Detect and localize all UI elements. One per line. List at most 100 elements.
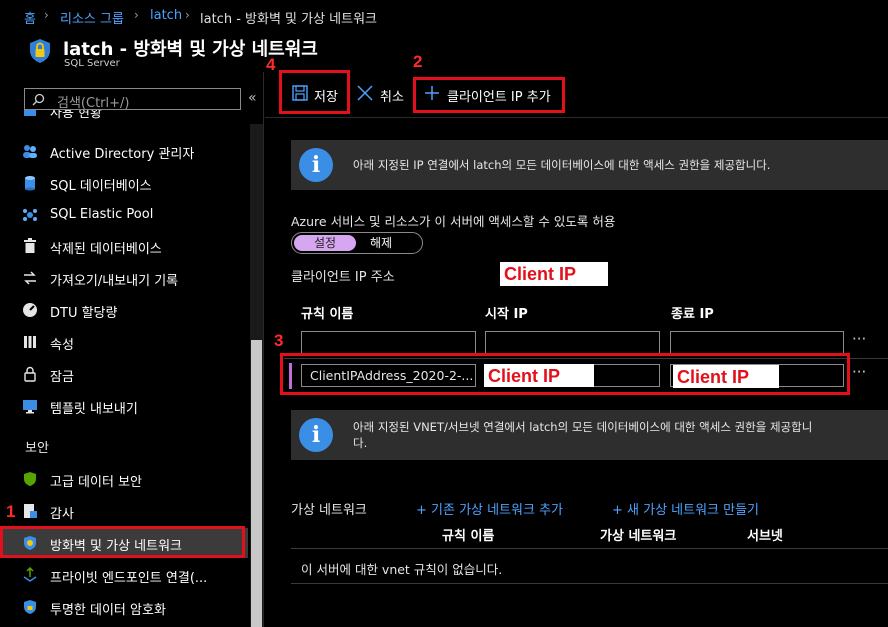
gauge-icon (22, 302, 38, 318)
import-export-icon (22, 270, 38, 286)
breadcrumb-separator: › (134, 8, 139, 22)
sidebar-item-import-export-history[interactable]: 가져오기/내보내기 기록 (0, 263, 248, 293)
toggle-off-option[interactable]: 해제 (370, 235, 392, 251)
sidebar-item-label: 가져오기/내보내기 기록 (50, 274, 179, 289)
sidebar-item-label: 속성 (50, 338, 74, 353)
breadcrumb-current: latch - 방화벽 및 가상 네트워크 (200, 12, 378, 27)
page-subtitle: SQL Server (64, 58, 120, 69)
breadcrumb-resource-groups[interactable]: 리소스 그룹 (60, 8, 124, 27)
template-icon (22, 398, 38, 414)
info-icon: i (299, 418, 333, 452)
sidebar-item-advanced-data-security[interactable]: 고급 데이터 보안 (0, 464, 248, 494)
annotation-box-3 (280, 353, 850, 395)
cancel-label: 취소 (380, 90, 404, 105)
annotation-number-1: 1 (6, 502, 16, 521)
toggle-on-option[interactable]: 설정 (294, 235, 356, 251)
annotation-box-1 (0, 526, 245, 558)
more-icon[interactable]: ··· (852, 363, 866, 381)
column-header-subnet: 서브넷 (747, 529, 783, 544)
elastic-pool-icon (22, 207, 38, 223)
page-header: latch - 방화벽 및 가상 네트워크 SQL Server (0, 32, 888, 72)
sidebar-item-auditing[interactable]: 감사 (0, 496, 248, 526)
collapse-sidebar-icon[interactable]: « (248, 90, 257, 106)
lock-icon (22, 366, 38, 382)
sidebar-item-sql-databases[interactable]: SQL 데이터베이스 (0, 168, 248, 198)
audit-icon (22, 503, 38, 519)
sidebar-item-deleted-databases[interactable]: 삭제된 데이터베이스 (0, 231, 248, 261)
sidebar-item-label: 사용 현황 (50, 110, 102, 121)
vnet-label: 가상 네트워크 (291, 503, 367, 518)
sidebar-search-input[interactable]: 검색(Ctrl+/) (24, 88, 241, 111)
encryption-icon (22, 599, 38, 615)
annotation-number-4: 4 (266, 55, 276, 74)
info-banner-vnet: i 아래 지정된 VNET/서브넷 연결에서 latch의 모든 데이터베이스에… (291, 410, 888, 460)
breadcrumb-separator: › (185, 8, 190, 22)
sidebar-item-active-directory-admin[interactable]: Active Directory 관리자 (0, 136, 248, 166)
allow-azure-toggle[interactable]: 설정 해제 (291, 232, 423, 254)
column-header-vnet-rule-name: 규칙 이름 (442, 529, 495, 544)
people-icon (22, 143, 38, 159)
start-ip-input[interactable] (485, 331, 660, 354)
sql-server-shield-icon (30, 39, 50, 63)
sidebar-item-partial[interactable]: 사용 현황 (0, 110, 248, 128)
sidebar-item-locks[interactable]: 잠금 (0, 359, 248, 389)
info-banner-text-line2: 다. (353, 436, 368, 450)
sidebar-item-label: 삭제된 데이터베이스 (50, 242, 162, 257)
end-ip-input[interactable] (670, 331, 844, 354)
vnet-empty-message: 이 서버에 대한 vnet 규칙이 없습니다. (301, 562, 503, 577)
breadcrumb-home[interactable]: 홈 (24, 8, 36, 27)
database-icon (22, 175, 38, 191)
column-header-end-ip: 종료 IP (671, 307, 714, 322)
sidebar-item-label: Active Directory 관리자 (50, 147, 195, 162)
trash-icon (22, 238, 38, 254)
allow-azure-label: Azure 서비스 및 리소스가 이 서버에 액세스할 수 있도록 허용 (291, 214, 616, 229)
sidebar-item-label: 잠금 (50, 370, 74, 385)
sidebar-item-label: 템플릿 내보내기 (50, 402, 138, 417)
column-header-vnet: 가상 네트워크 (600, 529, 677, 544)
sidebar-item-private-endpoint[interactable]: 프라이빗 엔드포인트 연결(... (0, 560, 248, 590)
annotation-box-4 (279, 70, 350, 114)
breadcrumb-latch[interactable]: latch (150, 8, 182, 23)
annotation-number-2: 2 (413, 52, 423, 71)
rule-name-input[interactable] (301, 331, 476, 354)
breadcrumb-separator: › (44, 8, 49, 22)
sidebar-item-label: SQL 데이터베이스 (50, 179, 152, 194)
annotation-box-2 (413, 77, 565, 113)
vnet-footer-divider (291, 583, 888, 584)
sidebar-item-label: SQL Elastic Pool (50, 207, 154, 222)
search-icon (32, 93, 45, 106)
search-placeholder: 검색(Ctrl+/) (57, 96, 130, 111)
column-header-start-ip: 시작 IP (485, 307, 528, 322)
sidebar-item-label: 감사 (50, 507, 74, 522)
section-header-security: 보안 (25, 441, 49, 456)
shield-green-icon (22, 471, 38, 487)
partial-icon (22, 110, 38, 118)
cancel-button[interactable]: 취소 (355, 79, 410, 109)
sidebar-item-label: 고급 데이터 보안 (50, 475, 142, 490)
sidebar-item-dtu-quota[interactable]: DTU 할당량 (0, 295, 248, 325)
info-banner-text-line1: 아래 지정된 VNET/서브넷 연결에서 latch의 모든 데이터베이스에 대… (353, 420, 813, 434)
close-icon (357, 85, 373, 101)
breadcrumb: 홈 › 리소스 그룹 › latch › latch - 방화벽 및 가상 네트… (0, 0, 888, 32)
endpoint-icon (22, 566, 38, 583)
info-banner-ip: i 아래 지정된 IP 연결에서 latch의 모든 데이터베이스에 대한 액세… (291, 140, 888, 190)
add-existing-vnet-link[interactable]: + 기존 가상 네트워크 추가 (416, 499, 563, 518)
column-header-rule-name: 규칙 이름 (301, 307, 354, 322)
sidebar-item-label: 투명한 데이터 암호화 (50, 603, 166, 618)
more-icon[interactable]: ··· (852, 330, 866, 348)
annotation-number-3: 3 (274, 331, 284, 350)
info-banner-text: 아래 지정된 IP 연결에서 latch의 모든 데이터베이스에 대한 액세스 … (353, 158, 771, 172)
sidebar-scrollbar-thumb[interactable] (251, 340, 262, 627)
sidebar-item-tde[interactable]: 투명한 데이터 암호화 (0, 592, 248, 622)
properties-icon (22, 334, 38, 350)
command-bar: 저장 취소 클라이언트 IP 추가 (265, 72, 888, 118)
sidebar-item-label: 프라이빗 엔드포인트 연결(... (50, 571, 208, 586)
vnet-header-divider (291, 548, 888, 549)
client-ip-value: Client IP (500, 262, 608, 286)
sidebar-item-export-template[interactable]: 템플릿 내보내기 (0, 391, 248, 421)
create-new-vnet-link[interactable]: + 새 가상 네트워크 만들기 (612, 499, 759, 518)
sidebar-item-properties[interactable]: 속성 (0, 327, 248, 357)
sidebar-item-sql-elastic-pool[interactable]: SQL Elastic Pool (0, 200, 248, 230)
info-icon: i (299, 148, 333, 182)
client-ip-label: 클라이언트 IP 주소 (291, 270, 395, 285)
